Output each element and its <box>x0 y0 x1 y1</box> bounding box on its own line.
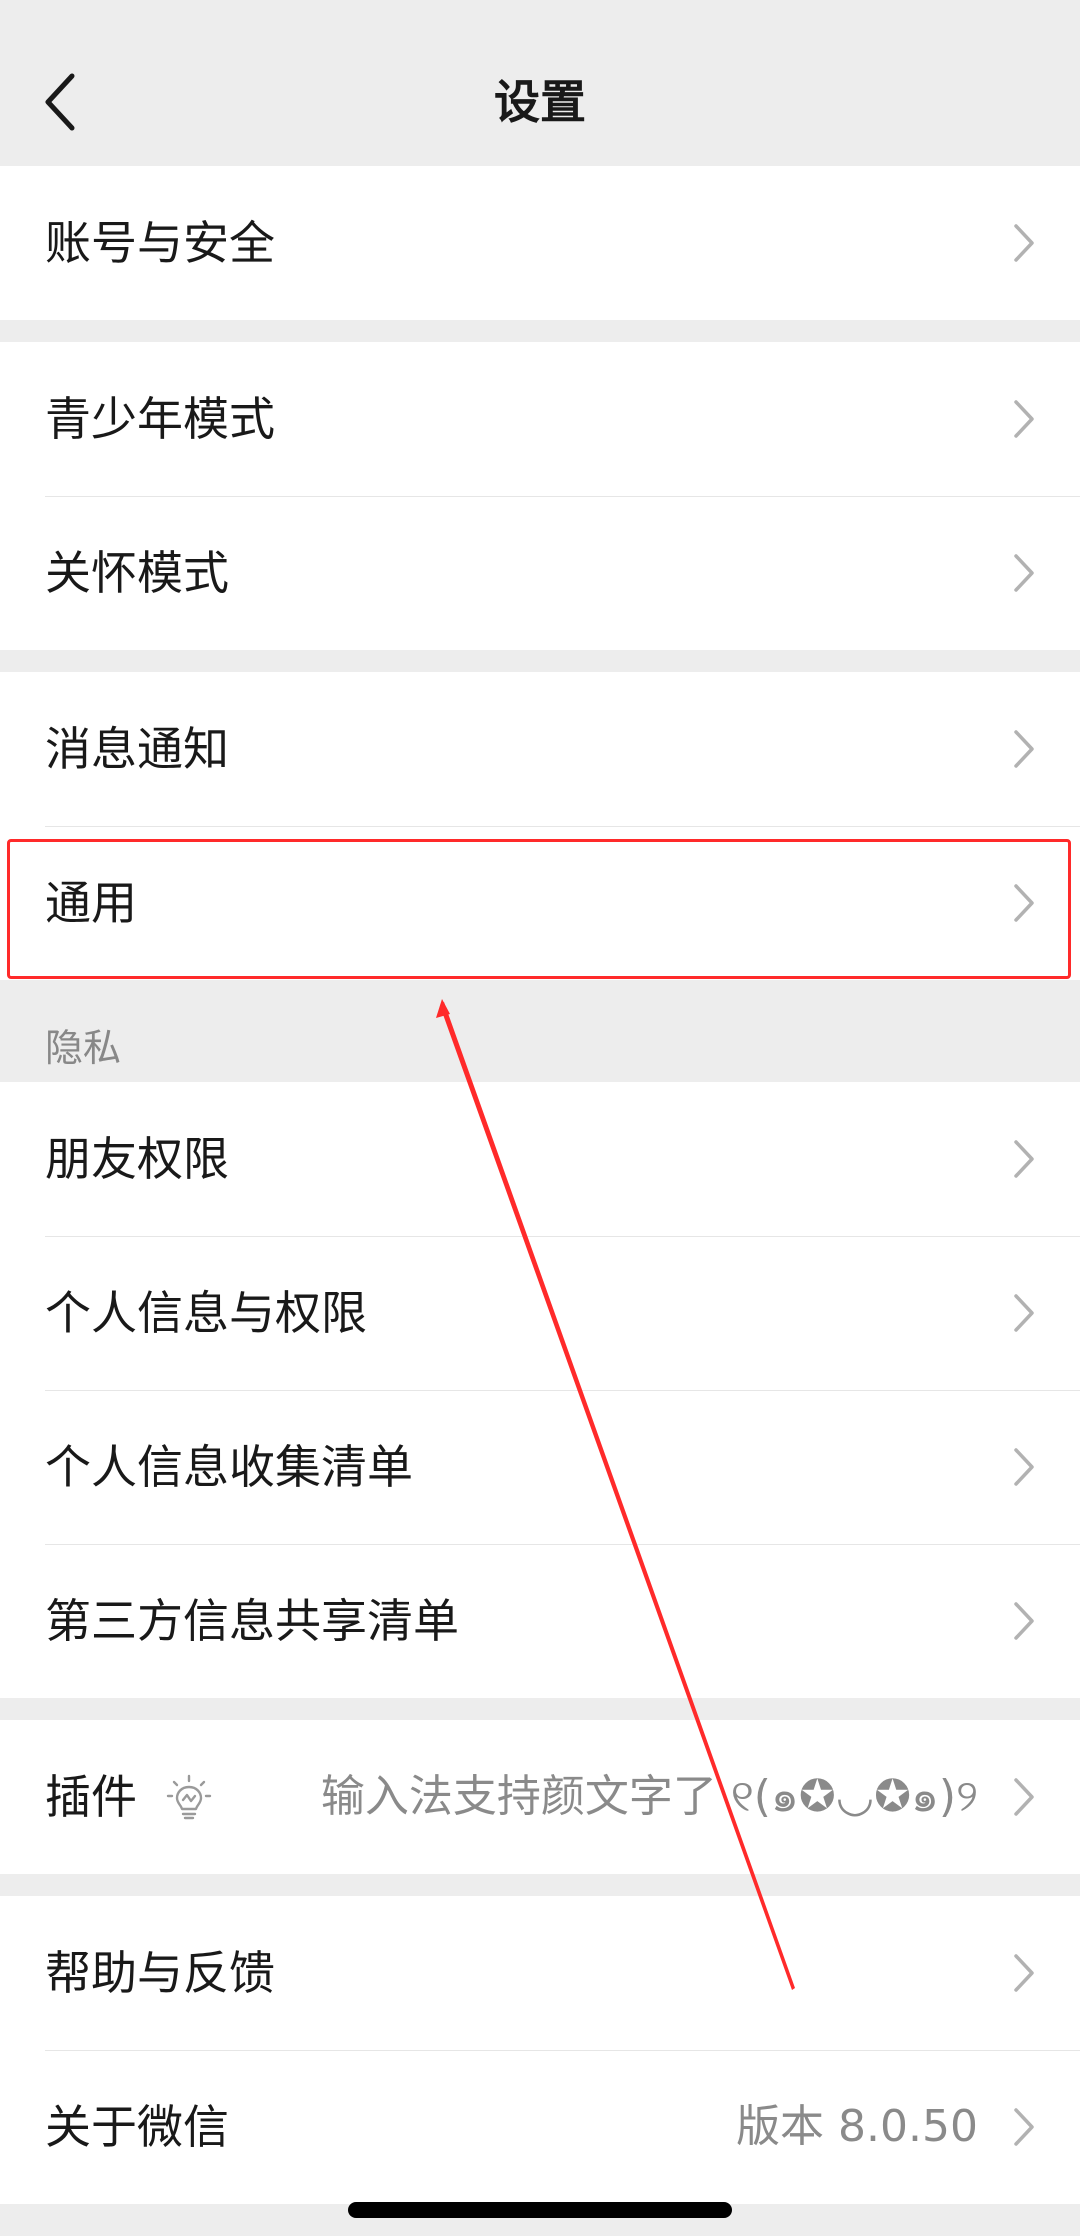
settings-item-help-feedback[interactable]: 帮助与反馈 <box>0 1896 1080 2050</box>
chevron-right-icon <box>1014 400 1034 438</box>
chevron-right-icon <box>1014 1602 1034 1640</box>
chevron-right-icon <box>1014 1294 1034 1332</box>
chevron-right-icon <box>1014 1954 1034 1992</box>
settings-group-privacy: 朋友权限 个人信息与权限 个人信息收集清单 第三方信息共享清单 <box>0 1082 1080 1698</box>
chevron-right-icon <box>1014 1778 1034 1816</box>
settings-item-plugins[interactable]: 插件 输入法支持颜文字了 ୧(๑✪◡✪๑)୨ <box>0 1720 1080 1874</box>
settings-group-about: 帮助与反馈 关于微信 版本 8.0.50 <box>0 1896 1080 2204</box>
settings-item-care-mode[interactable]: 关怀模式 <box>0 496 1080 650</box>
settings-item-label: 消息通知 <box>45 722 229 776</box>
section-title-privacy: 隐私 <box>45 1026 122 1070</box>
chevron-right-icon <box>1014 224 1034 262</box>
chevron-right-icon <box>1014 730 1034 768</box>
settings-item-personal-info-list[interactable]: 个人信息收集清单 <box>0 1390 1080 1544</box>
chevron-right-icon <box>1014 1140 1034 1178</box>
settings-group-account: 账号与安全 <box>0 166 1080 320</box>
settings-item-label: 个人信息收集清单 <box>45 1440 413 1494</box>
navigation-bar: 设置 <box>0 0 1080 166</box>
settings-item-label: 青少年模式 <box>45 392 275 446</box>
chevron-right-icon <box>1014 2108 1034 2146</box>
settings-item-third-party-sharing[interactable]: 第三方信息共享清单 <box>0 1544 1080 1698</box>
highlight-box <box>7 839 1071 979</box>
settings-item-label: 第三方信息共享清单 <box>45 1594 459 1648</box>
settings-item-label: 朋友权限 <box>45 1132 229 1186</box>
home-indicator[interactable] <box>348 2202 732 2218</box>
settings-group-modes: 青少年模式 关怀模式 <box>0 342 1080 650</box>
settings-item-label: 插件 <box>45 1770 137 1824</box>
settings-item-account-security[interactable]: 账号与安全 <box>0 166 1080 320</box>
settings-item-label: 帮助与反馈 <box>45 1946 275 2000</box>
settings-item-label: 关怀模式 <box>45 546 229 600</box>
settings-item-about-wechat[interactable]: 关于微信 版本 8.0.50 <box>0 2050 1080 2204</box>
settings-item-personal-info-permissions[interactable]: 个人信息与权限 <box>0 1236 1080 1390</box>
plugin-promo-text: 输入法支持颜文字了 ୧(๑✪◡✪๑)୨ <box>320 1771 978 1822</box>
settings-item-label: 关于微信 <box>45 2100 229 2154</box>
settings-item-label: 账号与安全 <box>45 216 275 270</box>
settings-item-friend-permissions[interactable]: 朋友权限 <box>0 1082 1080 1236</box>
version-text: 版本 8.0.50 <box>736 2101 978 2152</box>
lightbulb-icon <box>166 1774 212 1820</box>
page-title: 设置 <box>494 75 586 129</box>
settings-item-notifications[interactable]: 消息通知 <box>0 672 1080 826</box>
chevron-right-icon <box>1014 554 1034 592</box>
settings-item-youth-mode[interactable]: 青少年模式 <box>0 342 1080 496</box>
settings-group-plugins: 插件 输入法支持颜文字了 ୧(๑✪◡✪๑)୨ <box>0 1720 1080 1874</box>
settings-item-label: 个人信息与权限 <box>45 1286 367 1340</box>
chevron-right-icon <box>1014 1448 1034 1486</box>
